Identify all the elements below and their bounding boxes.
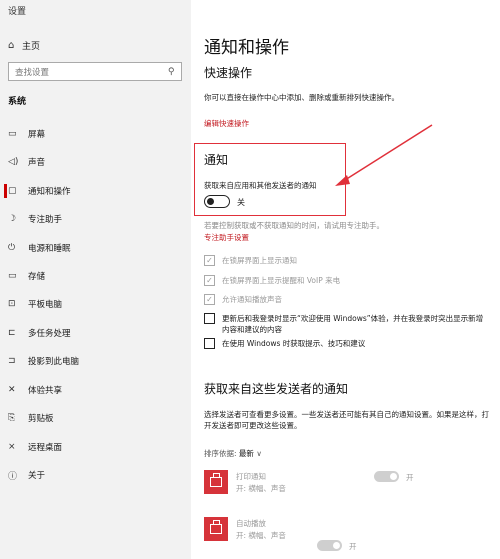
senders-desc: 选择发送者可查看更多设置。一些发送者还可能有其自己的通知设置。如果是这样，打开发… (204, 410, 489, 430)
window-title: 设置 (8, 7, 27, 17)
senders-title: 获取来自这些发送者的通知 (204, 382, 349, 396)
sidebar-item-label: 电源和睡眠 (28, 244, 71, 254)
autoplay-icon (210, 520, 222, 534)
search-placeholder: 查找设置 (15, 67, 50, 78)
checkbox-lockscreen-reminders: ✓ 在锁屏界面上显示提醒和 VoIP 来电 (204, 275, 340, 286)
focus-assist-desc: 若要控制获取或不获取通知的时间，请试用专注助手。 (204, 221, 384, 230)
sidebar-item-storage[interactable]: ▭ 存储 (0, 265, 191, 287)
app-name[interactable]: 自动播放 (236, 518, 266, 529)
checkbox: ✓ (204, 255, 215, 266)
sidebar-item-clipboard[interactable]: ⎘ 剪贴板 (0, 407, 191, 429)
sidebar-item-about[interactable]: ⓘ 关于 (0, 464, 191, 486)
toggle-state-label: 关 (237, 198, 245, 207)
quick-actions-desc: 你可以直接在操作中心中添加、删除或重新排列快速操作。 (204, 93, 399, 102)
sidebar: 设置 ⌂ 主页 查找设置 ⚲ 系统 ▭ 屏幕 ◁) 声音 ▢ 通知和操作 ☽ 专… (0, 0, 191, 559)
active-indicator (4, 184, 7, 198)
nav-home[interactable]: ⌂ 主页 (8, 36, 183, 54)
chevron-down-icon: ∨ (256, 449, 262, 458)
checkbox: ✓ (204, 275, 215, 286)
nav-home-label: 主页 (22, 41, 41, 52)
sort-dropdown[interactable]: 排序依据: 最新 ∨ (204, 448, 262, 459)
toggle-knob (207, 197, 214, 205)
toggle-knob (333, 542, 340, 549)
app-status: 开: 横幅、声音 (236, 531, 286, 540)
printer-app-icon[interactable] (204, 470, 228, 494)
storage-icon: ▭ (8, 271, 17, 281)
notifications-title: 通知 (204, 153, 229, 167)
sidebar-item-label: 专注助手 (28, 215, 63, 225)
checkbox-label: 在使用 Windows 时获取提示、技巧和建议 (222, 339, 366, 348)
sidebar-item-label: 投影到此电脑 (28, 357, 80, 367)
share-icon: ✕ (8, 385, 16, 395)
checkbox-lockscreen-notifications: ✓ 在锁屏界面上显示通知 (204, 255, 297, 266)
checkbox-welcome-experience[interactable]: 更新后和我登录时显示“欢迎使用 Windows”体验，并在我登录时突出显示新增内… (204, 313, 484, 335)
sidebar-item-label: 声音 (28, 158, 46, 168)
sidebar-item-tablet[interactable]: ⊡ 平板电脑 (0, 293, 191, 315)
moon-icon: ☽ (8, 214, 17, 224)
sidebar-item-label: 体验共享 (28, 386, 63, 396)
info-icon: ⓘ (8, 471, 18, 482)
multitask-icon: ⊏ (8, 328, 16, 338)
sidebar-item-notifications[interactable]: ▢ 通知和操作 (0, 180, 191, 202)
search-icon[interactable]: ⚲ (168, 67, 175, 77)
sidebar-item-display[interactable]: ▭ 屏幕 (0, 123, 191, 145)
checkbox-tips[interactable]: 在使用 Windows 时获取提示、技巧和建议 (204, 338, 365, 349)
checkbox: ✓ (204, 294, 215, 305)
sort-value: 最新 (238, 449, 254, 458)
notifications-toggle[interactable] (204, 195, 230, 208)
toggle-knob (390, 473, 397, 480)
notifications-label: 获取来自应用和其他发送者的通知 (204, 181, 317, 190)
checkbox-label: 在锁屏界面上显示提醒和 VoIP 来电 (222, 276, 341, 285)
sidebar-item-remote[interactable]: ⨯ 远程桌面 (0, 436, 191, 458)
sidebar-item-label: 通知和操作 (28, 187, 71, 197)
checkbox-label: 更新后和我登录时显示“欢迎使用 Windows”体验，并在我登录时突出显示新增内… (222, 314, 484, 334)
sidebar-item-label: 屏幕 (28, 130, 46, 140)
sidebar-item-label: 剪贴板 (28, 414, 54, 424)
app-toggle-state: 开 (406, 473, 414, 482)
page-title: 通知和操作 (204, 38, 289, 58)
project-icon: ⊐ (8, 356, 16, 366)
app-toggle[interactable] (374, 471, 399, 482)
home-icon: ⌂ (8, 39, 15, 51)
edit-quick-actions-link[interactable]: 编辑快速操作 (204, 118, 249, 129)
autoplay-app-icon[interactable] (204, 517, 228, 541)
checkbox-label: 在锁屏界面上显示通知 (222, 256, 297, 265)
sidebar-item-label: 多任务处理 (28, 329, 71, 339)
quick-actions-title: 快速操作 (204, 66, 253, 80)
checkbox[interactable] (204, 313, 215, 324)
sort-label: 排序依据: (204, 449, 237, 458)
monitor-icon: ▭ (8, 129, 17, 139)
main-content: 通知和操作 快速操作 你可以直接在操作中心中添加、删除或重新排列快速操作。 编辑… (191, 0, 500, 559)
focus-assist-link[interactable]: 专注助手设置 (204, 232, 249, 243)
remote-icon: ⨯ (8, 442, 16, 452)
sidebar-item-label: 存储 (28, 272, 46, 282)
sidebar-item-power[interactable]: ⏻ 电源和睡眠 (0, 237, 191, 259)
section-label: 系统 (8, 97, 27, 107)
sidebar-item-sound[interactable]: ◁) 声音 (0, 151, 191, 173)
printer-icon (210, 473, 222, 487)
sidebar-item-multitask[interactable]: ⊏ 多任务处理 (0, 322, 191, 344)
checkbox-label: 允许通知播放声音 (222, 295, 282, 304)
clipboard-icon: ⎘ (8, 413, 16, 423)
power-icon: ⏻ (8, 243, 16, 253)
app-toggle-state: 开 (349, 542, 357, 551)
sidebar-item-label: 关于 (28, 471, 46, 481)
speaker-icon: ◁) (8, 157, 19, 167)
app-toggle[interactable] (317, 540, 342, 551)
search-input[interactable]: 查找设置 ⚲ (8, 62, 182, 81)
sidebar-item-share[interactable]: ✕ 体验共享 (0, 379, 191, 401)
sidebar-item-label: 平板电脑 (28, 300, 63, 310)
checkbox-notification-sounds: ✓ 允许通知播放声音 (204, 294, 282, 305)
app-name[interactable]: 打印通知 (236, 471, 266, 482)
app-status: 开: 横幅、声音 (236, 484, 286, 493)
sidebar-item-label: 远程桌面 (28, 443, 63, 453)
tablet-icon: ⊡ (8, 299, 16, 309)
sidebar-item-project[interactable]: ⊐ 投影到此电脑 (0, 350, 191, 372)
sidebar-item-focus[interactable]: ☽ 专注助手 (0, 208, 191, 230)
checkbox[interactable] (204, 338, 215, 349)
